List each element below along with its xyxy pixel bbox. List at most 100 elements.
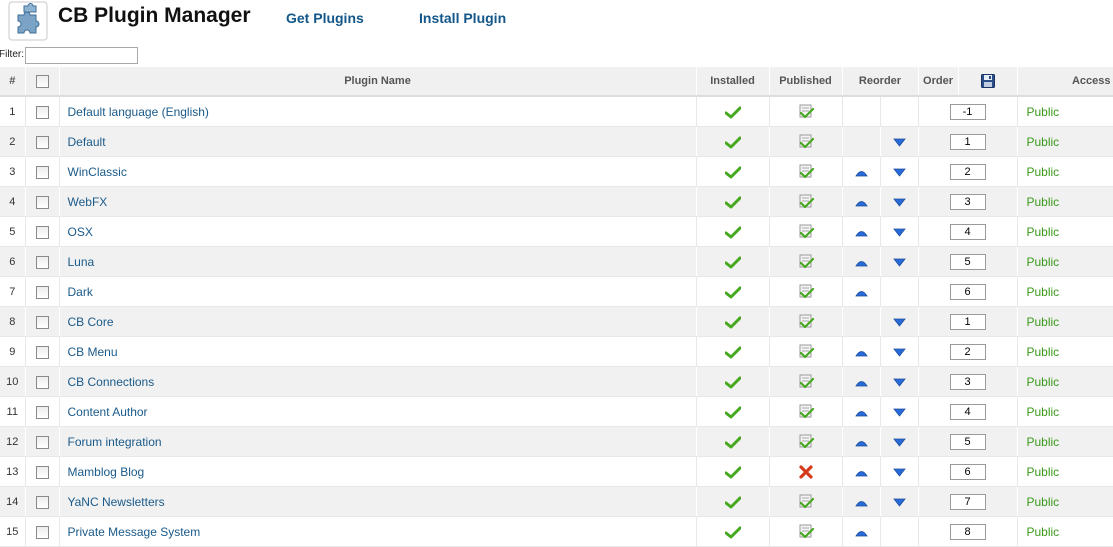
access-level[interactable]: Public xyxy=(1017,456,1113,487)
published-icon[interactable] xyxy=(798,344,814,359)
move-up-arrow-icon[interactable] xyxy=(854,525,868,539)
move-down-arrow-icon[interactable] xyxy=(892,435,906,449)
access-level[interactable]: Public xyxy=(1017,126,1113,157)
plugin-name-link[interactable]: YaNC Newsletters xyxy=(68,495,165,509)
access-level[interactable]: Public xyxy=(1017,366,1113,397)
plugin-name-link[interactable]: Luna xyxy=(68,255,95,269)
row-checkbox[interactable] xyxy=(35,495,49,509)
plugin-name-link[interactable]: WebFX xyxy=(68,195,108,209)
published-icon[interactable] xyxy=(798,524,814,539)
move-down-arrow-icon[interactable] xyxy=(892,255,906,269)
order-input[interactable] xyxy=(949,403,986,420)
access-level[interactable]: Public xyxy=(1017,186,1113,217)
move-up-arrow-icon[interactable] xyxy=(854,375,868,389)
row-checkbox[interactable] xyxy=(35,375,49,389)
order-input[interactable] xyxy=(949,103,986,120)
row-checkbox[interactable] xyxy=(35,285,49,299)
move-up-arrow-icon[interactable] xyxy=(854,465,868,479)
published-icon[interactable] xyxy=(798,224,814,239)
move-up-arrow-icon[interactable] xyxy=(854,495,868,509)
col-plugin-name[interactable]: Plugin Name xyxy=(59,67,697,97)
order-input[interactable] xyxy=(949,163,986,180)
col-published[interactable]: Published xyxy=(769,67,843,97)
move-down-arrow-icon[interactable] xyxy=(892,375,906,389)
published-icon[interactable] xyxy=(798,104,814,119)
published-icon[interactable] xyxy=(798,374,814,389)
plugin-name-link[interactable]: CB Connections xyxy=(68,375,155,389)
plugin-name-link[interactable]: WinClassic xyxy=(68,165,127,179)
move-up-arrow-icon[interactable] xyxy=(854,435,868,449)
row-checkbox[interactable] xyxy=(35,165,49,179)
access-level[interactable]: Public xyxy=(1017,396,1113,427)
move-down-arrow-icon[interactable] xyxy=(892,345,906,359)
get-plugins-link[interactable]: Get Plugins xyxy=(286,10,364,26)
plugin-name-link[interactable]: Dark xyxy=(68,285,93,299)
row-checkbox[interactable] xyxy=(35,135,49,149)
col-access[interactable]: Access xyxy=(1017,67,1113,97)
row-checkbox[interactable] xyxy=(35,255,49,269)
order-input[interactable] xyxy=(949,373,986,390)
published-icon[interactable] xyxy=(798,494,814,509)
move-up-arrow-icon[interactable] xyxy=(854,225,868,239)
install-plugin-link[interactable]: Install Plugin xyxy=(419,10,506,26)
row-checkbox[interactable] xyxy=(35,435,49,449)
unpublished-icon[interactable] xyxy=(798,464,813,479)
plugin-name-link[interactable]: CB Core xyxy=(68,315,114,329)
move-down-arrow-icon[interactable] xyxy=(892,165,906,179)
plugin-name-link[interactable]: Mamblog Blog xyxy=(68,465,145,479)
published-icon[interactable] xyxy=(798,254,814,269)
plugin-name-link[interactable]: Default xyxy=(68,135,106,149)
published-icon[interactable] xyxy=(798,164,814,179)
row-checkbox[interactable] xyxy=(35,405,49,419)
order-input[interactable] xyxy=(949,133,986,150)
order-input[interactable] xyxy=(949,523,986,540)
access-level[interactable]: Public xyxy=(1017,276,1113,307)
order-input[interactable] xyxy=(949,253,986,270)
row-checkbox[interactable] xyxy=(35,195,49,209)
move-down-arrow-icon[interactable] xyxy=(892,225,906,239)
order-input[interactable] xyxy=(949,223,986,240)
access-level[interactable]: Public xyxy=(1017,246,1113,277)
order-input[interactable] xyxy=(949,313,986,330)
move-up-arrow-icon[interactable] xyxy=(854,255,868,269)
row-checkbox[interactable] xyxy=(35,465,49,479)
published-icon[interactable] xyxy=(798,434,814,449)
access-level[interactable]: Public xyxy=(1017,426,1113,457)
order-input[interactable] xyxy=(949,283,986,300)
published-icon[interactable] xyxy=(798,284,814,299)
access-level[interactable]: Public xyxy=(1017,306,1113,337)
published-icon[interactable] xyxy=(798,134,814,149)
select-all-checkbox[interactable] xyxy=(35,74,49,88)
access-level[interactable]: Public xyxy=(1017,486,1113,517)
move-up-arrow-icon[interactable] xyxy=(854,195,868,209)
plugin-name-link[interactable]: OSX xyxy=(68,225,93,239)
row-checkbox[interactable] xyxy=(35,345,49,359)
access-level[interactable]: Public xyxy=(1017,516,1113,547)
move-up-arrow-icon[interactable] xyxy=(854,345,868,359)
move-down-arrow-icon[interactable] xyxy=(892,495,906,509)
access-level[interactable]: Public xyxy=(1017,156,1113,187)
access-level[interactable]: Public xyxy=(1017,96,1113,127)
plugin-name-link[interactable]: Default language (English) xyxy=(68,105,209,119)
access-level[interactable]: Public xyxy=(1017,216,1113,247)
order-input[interactable] xyxy=(949,433,986,450)
plugin-name-link[interactable]: Private Message System xyxy=(68,525,201,539)
move-up-arrow-icon[interactable] xyxy=(854,405,868,419)
move-down-arrow-icon[interactable] xyxy=(892,405,906,419)
move-down-arrow-icon[interactable] xyxy=(892,465,906,479)
published-icon[interactable] xyxy=(798,314,814,329)
move-down-arrow-icon[interactable] xyxy=(892,135,906,149)
row-checkbox[interactable] xyxy=(35,105,49,119)
row-checkbox[interactable] xyxy=(35,315,49,329)
order-input[interactable] xyxy=(949,463,986,480)
plugin-name-link[interactable]: CB Menu xyxy=(68,345,118,359)
plugin-name-link[interactable]: Forum integration xyxy=(68,435,162,449)
move-up-arrow-icon[interactable] xyxy=(854,285,868,299)
move-down-arrow-icon[interactable] xyxy=(892,195,906,209)
move-up-arrow-icon[interactable] xyxy=(854,165,868,179)
row-checkbox[interactable] xyxy=(35,525,49,539)
filter-input[interactable] xyxy=(25,47,138,64)
move-down-arrow-icon[interactable] xyxy=(892,315,906,329)
order-input[interactable] xyxy=(949,493,986,510)
plugin-name-link[interactable]: Content Author xyxy=(68,405,148,419)
